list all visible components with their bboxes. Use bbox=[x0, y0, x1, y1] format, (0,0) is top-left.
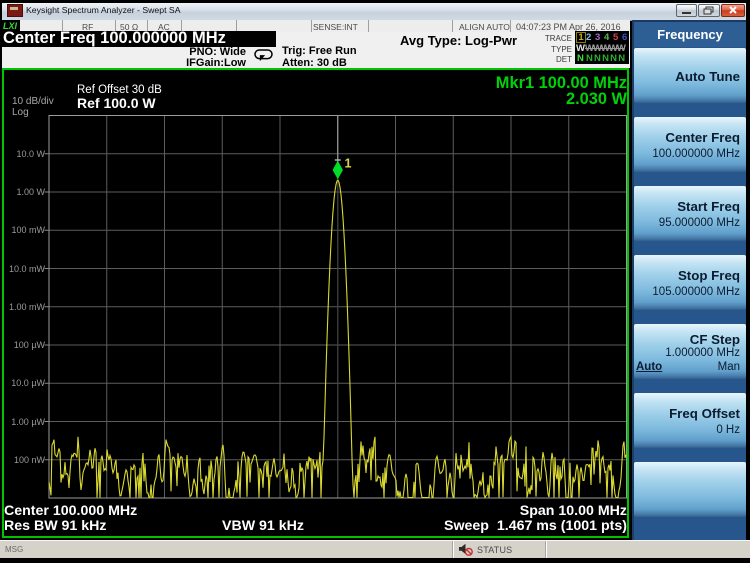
svg-text:1: 1 bbox=[345, 157, 352, 171]
